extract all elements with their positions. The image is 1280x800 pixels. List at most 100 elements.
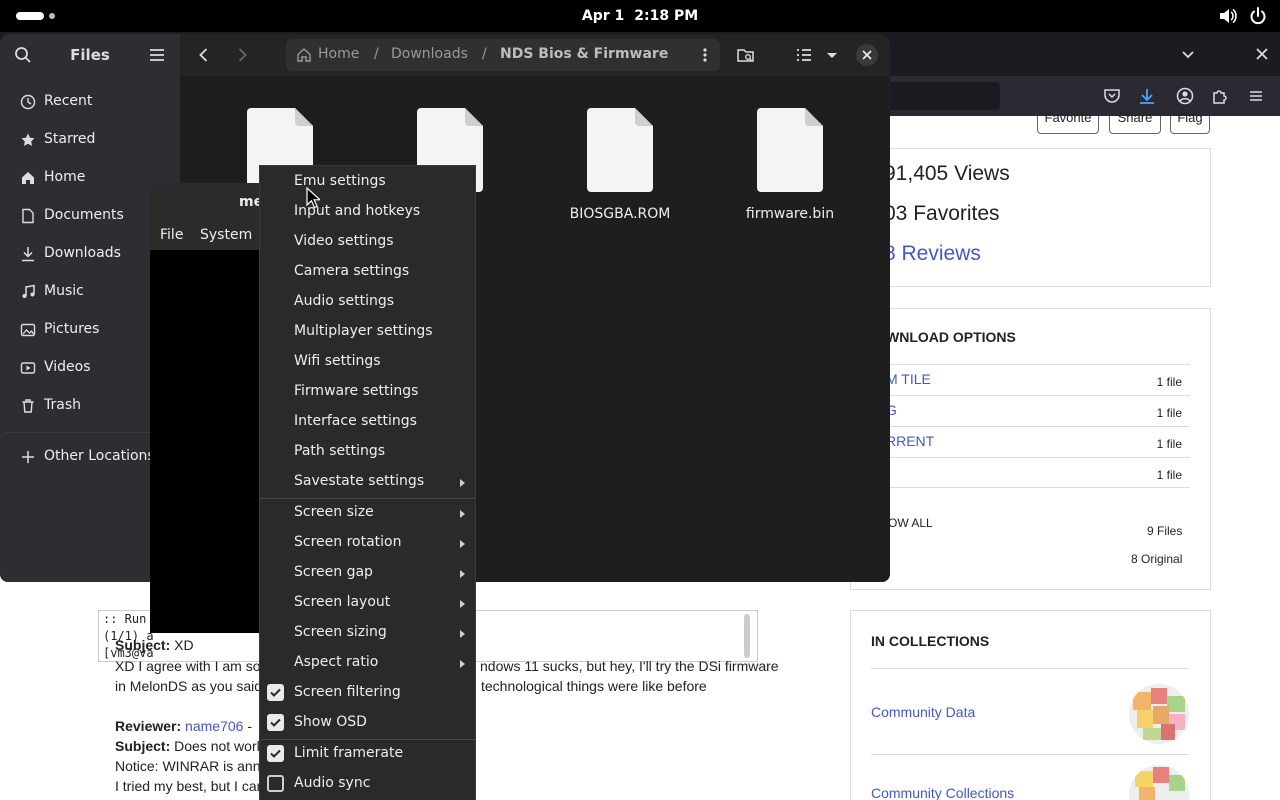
menu-item-label: Audio settings [294, 293, 395, 309]
melonds-window: me File System [150, 183, 260, 633]
menu-item-label: Audio sync [294, 775, 371, 791]
back-arrow-icon[interactable] [194, 45, 214, 65]
menu-item-firmware-settings[interactable]: Firmware settings [260, 377, 475, 407]
file-icon[interactable] [587, 108, 653, 192]
emulator-screen[interactable] [150, 250, 260, 633]
menu-item-audio-sync[interactable]: Audio sync [260, 769, 475, 799]
menu-item-audio-settings[interactable]: Audio settings [260, 287, 475, 317]
collection-link[interactable]: Community Collections [871, 785, 1014, 800]
menu-item-screen-gap[interactable]: Screen gap [260, 558, 475, 588]
sidebar-item-pictures[interactable]: Pictures [6, 312, 174, 348]
reviewer-line: Reviewer: name706 - [115, 718, 252, 734]
menu-item-multiplayer-settings[interactable]: Multiplayer settings [260, 317, 475, 347]
clock[interactable]: Apr 1 2:18 PM [0, 0, 1280, 32]
menu-item-label: Aspect ratio [294, 654, 379, 670]
window-close-icon[interactable] [1252, 44, 1272, 64]
menu-item-camera-settings[interactable]: Camera settings [260, 257, 475, 287]
reviewer-link[interactable]: name706 [185, 718, 243, 734]
collection-thumbnail[interactable] [1129, 684, 1189, 744]
sidebar-item-label: Music [44, 283, 84, 299]
menu-item-label: Multiplayer settings [294, 323, 433, 339]
sidebar-item-music[interactable]: Music [6, 274, 174, 310]
menu-item-emu-settings[interactable]: Emu settings [260, 167, 475, 197]
view-options-chevron-icon[interactable] [822, 45, 842, 65]
star-icon [21, 133, 35, 146]
clock-time: 2:18 PM [634, 8, 699, 24]
sidebar-item-label: Other Locations [44, 448, 155, 464]
plus-icon [22, 451, 34, 463]
sidebar-item-videos[interactable]: Videos [6, 350, 174, 386]
extensions-icon[interactable] [1210, 86, 1230, 106]
reviews-link[interactable]: 8 Reviews [884, 242, 981, 266]
download-row[interactable]: M TILE 1 file [870, 364, 1190, 395]
file-icon[interactable] [757, 108, 823, 192]
tab-list-chevron-icon[interactable] [1178, 44, 1198, 64]
sidebar-item-starred[interactable]: Starred [6, 122, 174, 158]
menubar-file[interactable]: File [160, 227, 183, 243]
menu-item-savestate-settings[interactable]: Savestate settings [260, 467, 475, 497]
search-folder-icon[interactable] [736, 45, 756, 65]
show-all-link[interactable]: OW ALL [888, 516, 933, 530]
forward-arrow-icon[interactable] [232, 45, 252, 65]
submenu-arrow-icon [460, 570, 465, 578]
clock-date: Apr 1 [581, 8, 625, 24]
collection-link[interactable]: Community Data [871, 704, 975, 720]
music-icon [22, 284, 35, 298]
sidebar-item-documents[interactable]: Documents [6, 198, 174, 234]
download-format[interactable]: RRENT [886, 433, 934, 449]
menu-item-aspect-ratio[interactable]: Aspect ratio [260, 648, 475, 678]
download-options-heading: WNLOAD OPTIONS [886, 329, 1016, 345]
clock-icon [20, 94, 36, 110]
share-button[interactable]: Share [1109, 111, 1161, 134]
breadcrumb-current[interactable]: NDS Bios & Firmware [500, 46, 668, 62]
menu-item-screen-layout[interactable]: Screen layout [260, 588, 475, 618]
download-format[interactable]: M TILE [886, 371, 931, 387]
menu-item-input-hotkeys[interactable]: Input and hotkeys [260, 197, 475, 227]
menubar-system[interactable]: System [200, 227, 252, 243]
home-icon[interactable] [296, 47, 312, 63]
pocket-icon[interactable] [1102, 86, 1122, 106]
code-scrollbar[interactable] [744, 614, 750, 658]
power-icon[interactable] [1248, 6, 1268, 26]
breadcrumb-home[interactable]: Home [318, 46, 359, 62]
menu-item-interface-settings[interactable]: Interface settings [260, 407, 475, 437]
menu-item-label: Show OSD [294, 714, 367, 730]
file-name[interactable]: firmware.bin [720, 206, 860, 222]
sidebar-item-downloads[interactable]: Downloads [6, 236, 174, 272]
url-bar[interactable] [880, 82, 1000, 110]
download-icon [22, 247, 34, 262]
file-name[interactable]: BIOSGBA.ROM [550, 206, 690, 222]
menu-item-screen-sizing[interactable]: Screen sizing [260, 618, 475, 648]
menu-item-screen-size[interactable]: Screen size [260, 498, 475, 528]
favorite-button[interactable]: Favorite [1037, 111, 1099, 134]
menu-item-screen-filtering[interactable]: Screen filtering [260, 678, 475, 708]
menu-item-screen-rotation[interactable]: Screen rotation [260, 528, 475, 558]
sidebar-item-trash[interactable]: Trash [6, 388, 174, 424]
account-icon[interactable] [1175, 86, 1195, 106]
document-icon [22, 208, 34, 224]
more-options-icon[interactable] [696, 46, 714, 64]
menu-item-show-osd[interactable]: Show OSD [260, 708, 475, 738]
close-icon [862, 50, 872, 60]
menu-item-video-settings[interactable]: Video settings [260, 227, 475, 257]
flag-button[interactable]: Flag [1170, 111, 1210, 134]
menu-item-limit-framerate[interactable]: Limit framerate [260, 739, 475, 769]
downloads-icon[interactable] [1137, 86, 1157, 106]
app-menu-icon[interactable] [1246, 86, 1266, 106]
hamburger-menu-icon[interactable] [148, 46, 166, 64]
breadcrumb-downloads[interactable]: Downloads [391, 46, 468, 62]
menu-item-label: Savestate settings [294, 473, 425, 489]
list-view-icon[interactable] [794, 45, 814, 65]
download-row[interactable]: RRENT 1 file [870, 426, 1190, 457]
mouse-cursor-icon [306, 187, 320, 209]
download-row[interactable]: 1 file [870, 457, 1190, 488]
sidebar-item-recent[interactable]: Recent [6, 84, 174, 120]
sidebar-item-home[interactable]: Home [6, 160, 174, 196]
volume-icon[interactable] [1217, 6, 1237, 26]
menu-item-wifi-settings[interactable]: Wifi settings [260, 347, 475, 377]
download-row[interactable]: G1 file [870, 395, 1190, 426]
close-button[interactable] [856, 44, 878, 66]
sidebar-item-other-locations[interactable]: Other Locations [6, 439, 174, 475]
menu-item-path-settings[interactable]: Path settings [260, 437, 475, 467]
checkbox-checked-icon [267, 714, 284, 731]
